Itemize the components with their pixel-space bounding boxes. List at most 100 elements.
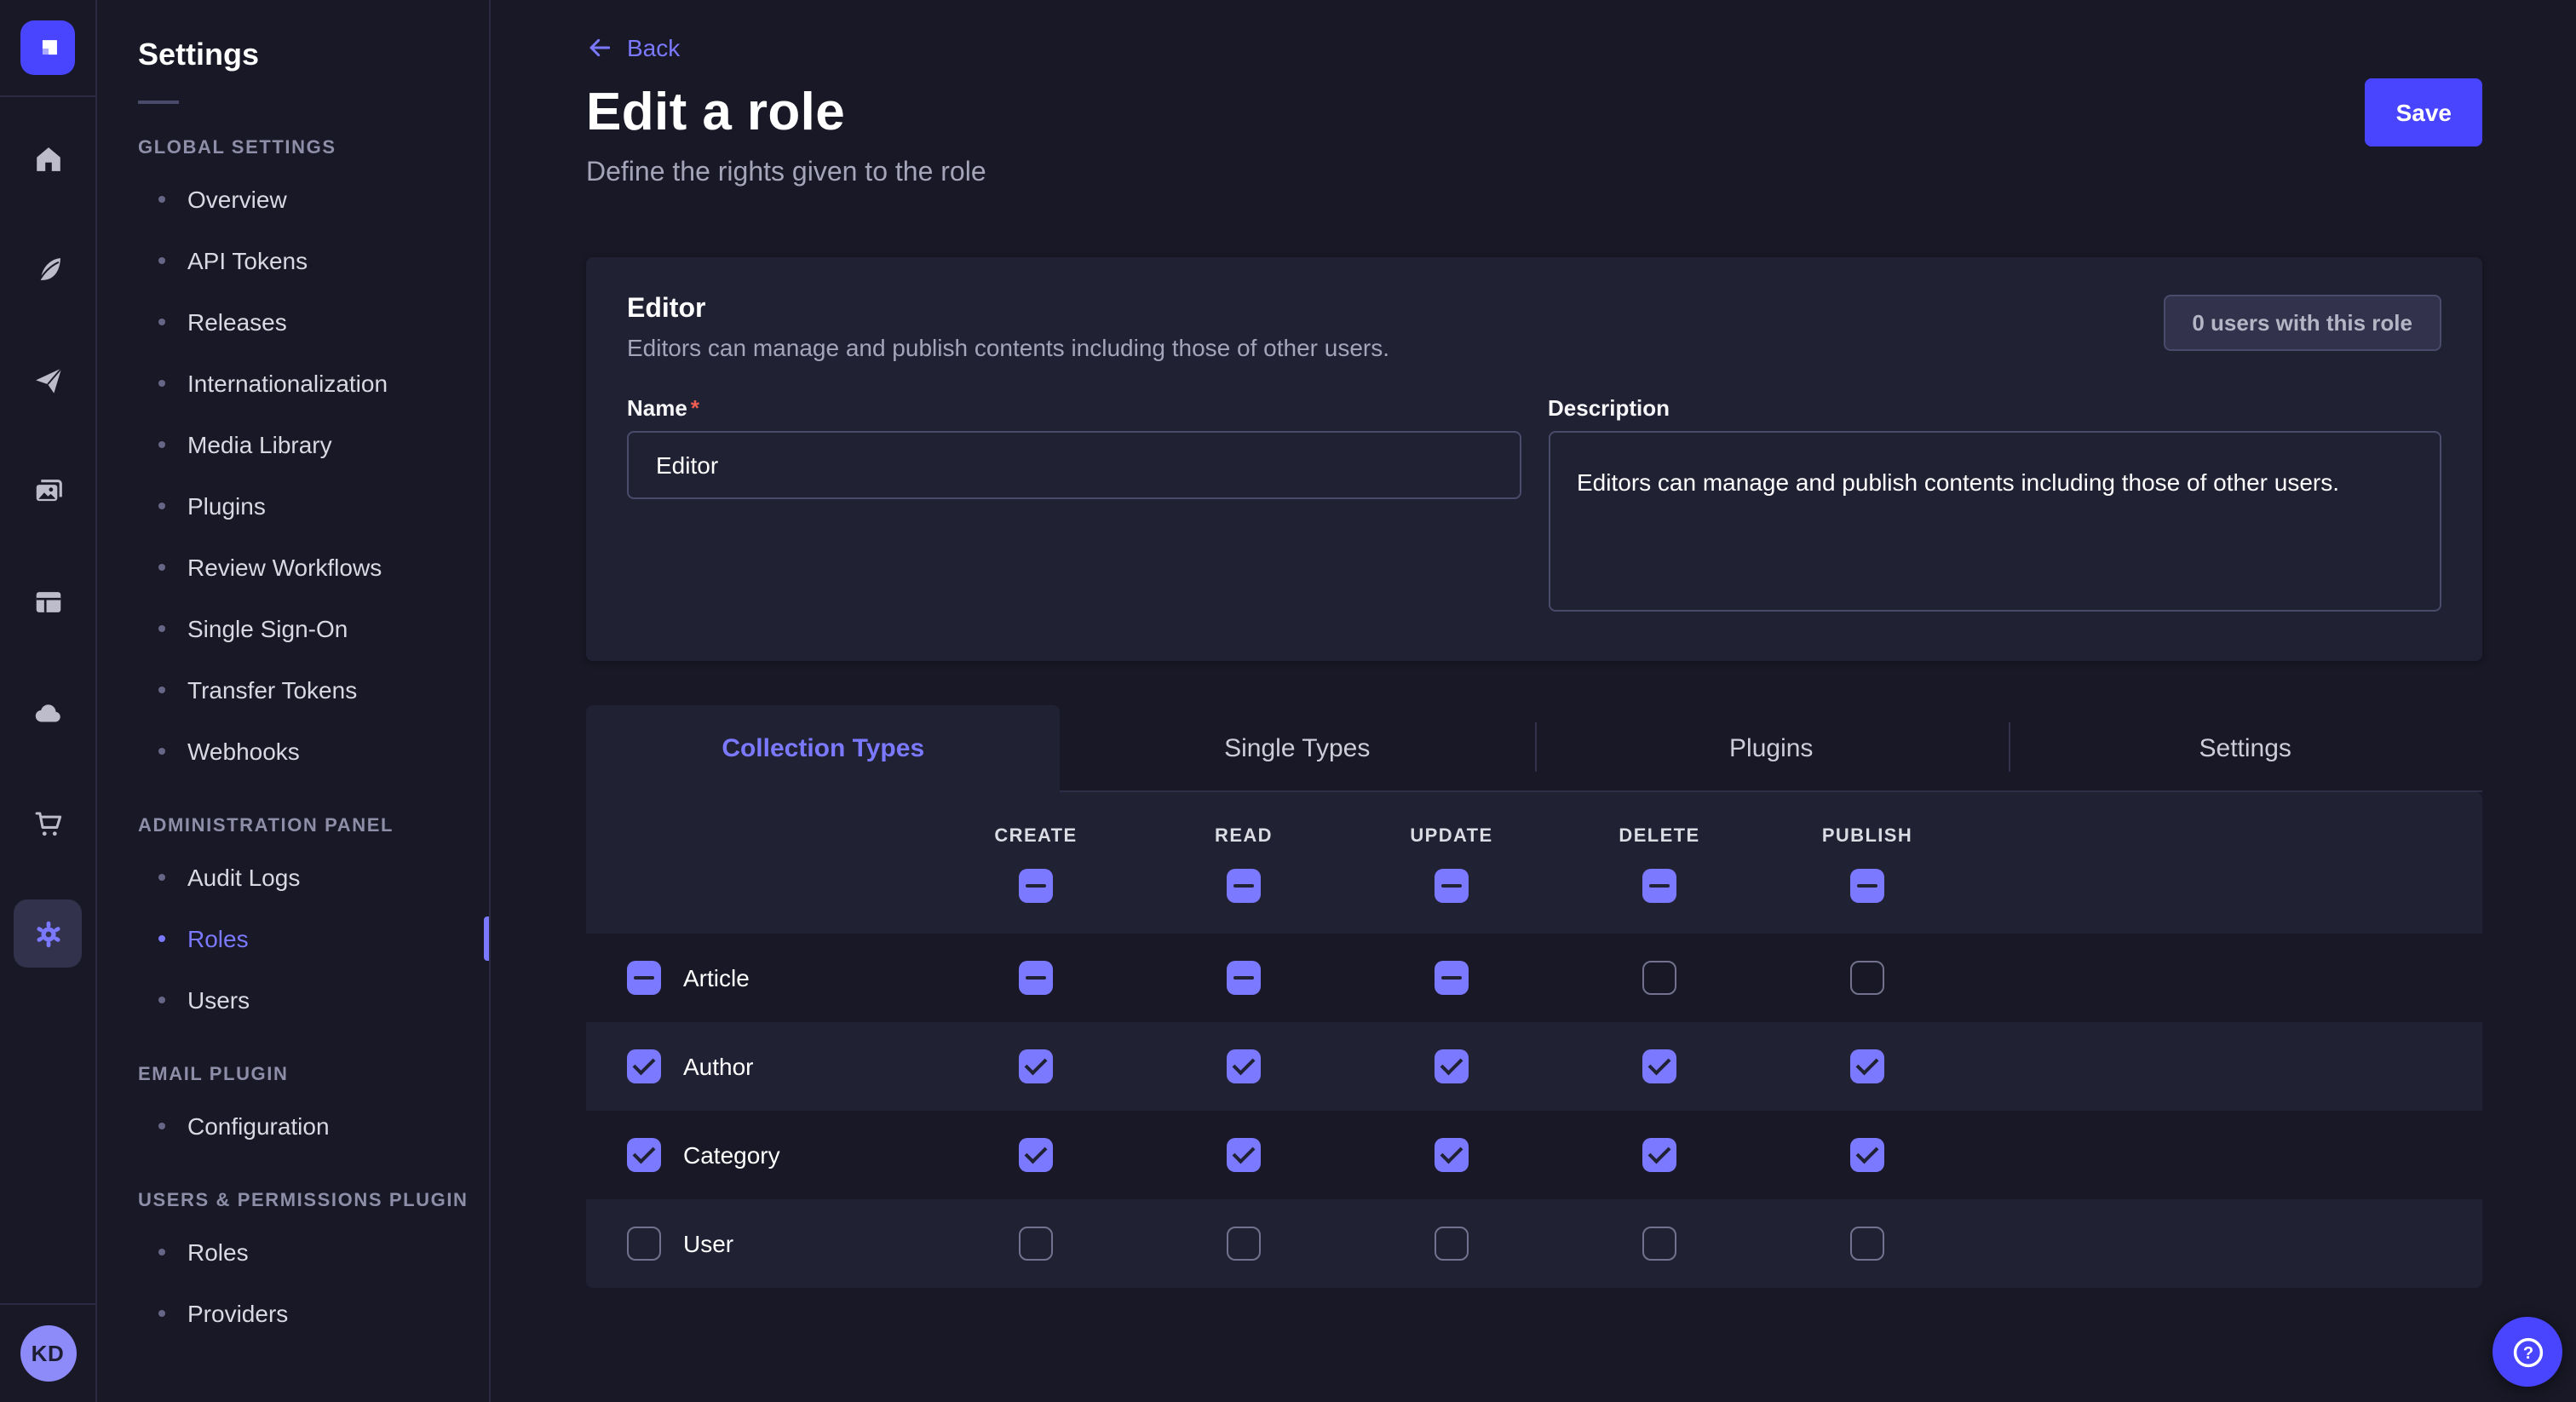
nav-home[interactable] xyxy=(14,124,82,192)
users-with-role-badge[interactable]: 0 users with this role xyxy=(2163,295,2441,351)
tab-settings[interactable]: Settings xyxy=(2009,705,2483,792)
sidebar-item-plugins[interactable]: Plugins xyxy=(97,475,489,537)
author-publish-checkbox[interactable] xyxy=(1850,1049,1884,1083)
back-label: Back xyxy=(627,34,680,61)
bullet-icon xyxy=(158,748,165,755)
author-read-checkbox[interactable] xyxy=(1227,1049,1261,1083)
user-update-checkbox[interactable] xyxy=(1435,1227,1469,1261)
feather-icon xyxy=(32,253,64,285)
sidebar-item-internationalization[interactable]: Internationalization xyxy=(97,353,489,414)
sidebar-item-users[interactable]: Users xyxy=(97,969,489,1031)
article-delete-checkbox[interactable] xyxy=(1642,961,1676,995)
select-all-update-checkbox[interactable] xyxy=(1435,869,1469,903)
article-create-checkbox[interactable] xyxy=(1019,961,1053,995)
user-read-checkbox[interactable] xyxy=(1227,1227,1261,1261)
permission-row-author: Author xyxy=(586,1022,2482,1111)
avatar[interactable]: KD xyxy=(20,1325,76,1382)
bullet-icon xyxy=(158,380,165,387)
article-publish-checkbox[interactable] xyxy=(1850,961,1884,995)
select-all-publish-checkbox[interactable] xyxy=(1850,869,1884,903)
user-create-checkbox[interactable] xyxy=(1019,1227,1053,1261)
row-select-checkbox[interactable] xyxy=(627,1227,661,1261)
role-name-heading: Editor xyxy=(627,295,1389,325)
sidebar-item-transfer-tokens[interactable]: Transfer Tokens xyxy=(97,659,489,721)
tab-divider xyxy=(2009,722,2010,772)
name-input[interactable] xyxy=(627,431,1521,499)
nav-deploy[interactable] xyxy=(14,346,82,414)
bullet-icon xyxy=(158,874,165,881)
category-create-checkbox[interactable] xyxy=(1019,1138,1053,1172)
bullet-icon xyxy=(158,319,165,325)
tab-single-types[interactable]: Single Types xyxy=(1061,705,1535,792)
section-users-permissions-plugin: USERS & PERMISSIONS PLUGIN xyxy=(138,1191,489,1211)
nav-content-type-builder[interactable] xyxy=(14,235,82,303)
author-update-checkbox[interactable] xyxy=(1435,1049,1469,1083)
column-update: UPDATE xyxy=(1348,826,1555,847)
back-link[interactable]: Back xyxy=(586,34,680,61)
category-update-checkbox[interactable] xyxy=(1435,1138,1469,1172)
save-button[interactable]: Save xyxy=(2366,78,2482,147)
arrow-left-icon xyxy=(586,34,613,61)
layout-icon xyxy=(32,585,64,618)
permissions-panel: CREATE READ UPDATE DELETE PUBLISH xyxy=(586,792,2482,1288)
permission-row-category: Category xyxy=(586,1111,2482,1199)
select-all-create-checkbox[interactable] xyxy=(1019,869,1053,903)
icon-rail: KD xyxy=(0,0,97,1402)
category-publish-checkbox[interactable] xyxy=(1850,1138,1884,1172)
user-publish-checkbox[interactable] xyxy=(1850,1227,1884,1261)
permissions-section: Collection Types Single Types Plugins Se… xyxy=(586,705,2482,1288)
role-details-card: Editor Editors can manage and publish co… xyxy=(586,257,2482,661)
nav-content-manager[interactable] xyxy=(14,567,82,635)
nav-marketplace[interactable] xyxy=(14,789,82,857)
permission-row-user: User xyxy=(586,1199,2482,1288)
sidebar-item-webhooks[interactable]: Webhooks xyxy=(97,721,489,782)
row-select-checkbox[interactable] xyxy=(627,1138,661,1172)
article-read-checkbox[interactable] xyxy=(1227,961,1261,995)
article-update-checkbox[interactable] xyxy=(1435,961,1469,995)
nav-cloud[interactable] xyxy=(14,678,82,746)
description-field-group: Description Editors can manage and publi… xyxy=(1548,395,2441,620)
tab-collection-types[interactable]: Collection Types xyxy=(586,705,1061,792)
user-delete-checkbox[interactable] xyxy=(1642,1227,1676,1261)
author-delete-checkbox[interactable] xyxy=(1642,1049,1676,1083)
sidebar-item-providers[interactable]: Providers xyxy=(97,1283,489,1344)
tab-plugins[interactable]: Plugins xyxy=(1534,705,2009,792)
page-title: Edit a role xyxy=(586,82,845,143)
section-administration-panel: ADMINISTRATION PANEL xyxy=(138,816,489,836)
sidebar-item-single-sign-on[interactable]: Single Sign-On xyxy=(97,598,489,659)
category-delete-checkbox[interactable] xyxy=(1642,1138,1676,1172)
sidebar-item-audit-logs[interactable]: Audit Logs xyxy=(97,847,489,908)
strapi-logo[interactable] xyxy=(20,20,75,75)
help-button[interactable]: ? xyxy=(2493,1317,2562,1387)
bullet-icon xyxy=(158,441,165,448)
bullet-icon xyxy=(158,1249,165,1255)
sidebar-item-configuration[interactable]: Configuration xyxy=(97,1095,489,1157)
row-select-checkbox[interactable] xyxy=(627,961,661,995)
title-row: Edit a role Save xyxy=(586,78,2482,147)
svg-text:?: ? xyxy=(2522,1343,2533,1362)
bullet-icon xyxy=(158,625,165,632)
sidebar-item-overview[interactable]: Overview xyxy=(97,169,489,230)
gear-icon xyxy=(32,917,64,950)
nav-media-library[interactable] xyxy=(14,457,82,525)
permissions-column-labels: CREATE READ UPDATE DELETE PUBLISH xyxy=(586,826,2482,847)
sidebar-item-roles-admin[interactable]: Roles xyxy=(97,908,489,969)
author-create-checkbox[interactable] xyxy=(1019,1049,1053,1083)
permission-row-article: Article xyxy=(586,934,2482,1022)
select-all-delete-checkbox[interactable] xyxy=(1642,869,1676,903)
sidebar-item-review-workflows[interactable]: Review Workflows xyxy=(97,537,489,598)
bullet-icon xyxy=(158,1310,165,1317)
sidebar-item-roles-users-permissions[interactable]: Roles xyxy=(97,1221,489,1283)
category-read-checkbox[interactable] xyxy=(1227,1138,1261,1172)
description-textarea[interactable]: Editors can manage and publish contents … xyxy=(1548,431,2441,612)
main-content: Back Edit a role Save Define the rights … xyxy=(491,0,2576,1402)
section-global-settings: GLOBAL SETTINGS xyxy=(138,138,489,158)
row-select-checkbox[interactable] xyxy=(627,1049,661,1083)
nav-settings[interactable] xyxy=(14,899,82,968)
media-icon xyxy=(32,474,64,507)
sidebar-item-api-tokens[interactable]: API Tokens xyxy=(97,230,489,291)
sidebar-item-media-library[interactable]: Media Library xyxy=(97,414,489,475)
sidebar-item-releases[interactable]: Releases xyxy=(97,291,489,353)
select-all-read-checkbox[interactable] xyxy=(1227,869,1261,903)
column-read: READ xyxy=(1140,826,1348,847)
